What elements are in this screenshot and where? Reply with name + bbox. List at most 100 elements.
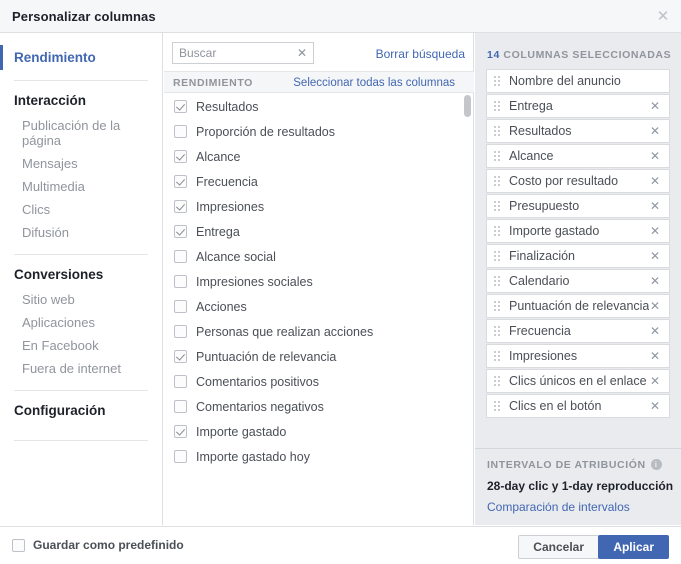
column-option-row[interactable]: Impresiones <box>164 194 474 219</box>
search-box[interactable]: ✕ <box>172 42 314 64</box>
remove-column-icon[interactable]: ✕ <box>648 98 662 114</box>
selected-column-label: Alcance <box>509 149 554 163</box>
column-option-row[interactable]: Alcance <box>164 144 474 169</box>
column-option-checkbox[interactable] <box>174 375 187 388</box>
selected-column-row[interactable]: Clics en el botón ✕ <box>486 394 670 418</box>
save-preset-checkbox[interactable] <box>12 538 25 552</box>
cancel-button[interactable]: Cancelar <box>518 535 599 559</box>
close-icon[interactable]: ✕ <box>653 7 673 27</box>
drag-handle-icon[interactable] <box>494 150 502 162</box>
column-option-label: Importe gastado hoy <box>196 449 310 464</box>
sidebar-item-difusi-n[interactable]: Difusión <box>0 221 162 244</box>
column-option-checkbox[interactable] <box>174 350 187 363</box>
select-all-columns-link[interactable]: Seleccionar todas las columnas <box>293 77 455 89</box>
selected-column-row[interactable]: Clics únicos en el enlace ✕ <box>486 369 670 393</box>
selected-column-row[interactable]: Entrega ✕ <box>486 94 670 118</box>
drag-handle-icon[interactable] <box>494 200 502 212</box>
column-option-checkbox[interactable] <box>174 225 187 238</box>
sidebar-item-publicaci-n-de-la-p-gina[interactable]: Publicación de la página <box>0 114 162 152</box>
selected-column-row[interactable]: Impresiones ✕ <box>486 344 670 368</box>
drag-handle-icon[interactable] <box>494 175 502 187</box>
drag-handle-icon[interactable] <box>494 75 502 87</box>
column-option-row[interactable]: Importe gastado <box>164 419 474 444</box>
remove-column-icon[interactable]: ✕ <box>648 273 662 289</box>
remove-column-icon[interactable]: ✕ <box>648 123 662 139</box>
drag-handle-icon[interactable] <box>494 100 502 112</box>
search-input[interactable] <box>173 43 291 63</box>
column-option-row[interactable]: Frecuencia <box>164 169 474 194</box>
remove-column-icon[interactable]: ✕ <box>648 323 662 339</box>
column-option-checkbox[interactable] <box>174 250 187 263</box>
scrollbar-thumb[interactable] <box>464 95 471 117</box>
column-option-row[interactable]: Puntuación de relevancia <box>164 344 474 369</box>
clear-search-link[interactable]: Borrar búsqueda <box>376 47 465 61</box>
selected-column-row[interactable]: Frecuencia ✕ <box>486 319 670 343</box>
column-option-checkbox[interactable] <box>174 425 187 438</box>
column-option-label: Comentarios negativos <box>196 399 324 414</box>
drag-handle-icon[interactable] <box>494 250 502 262</box>
selected-column-row[interactable]: Presupuesto ✕ <box>486 194 670 218</box>
column-option-row[interactable]: Impresiones sociales <box>164 269 474 294</box>
remove-column-icon[interactable]: ✕ <box>648 398 662 414</box>
column-option-checkbox[interactable] <box>174 275 187 288</box>
column-option-checkbox[interactable] <box>174 175 187 188</box>
remove-column-icon[interactable]: ✕ <box>648 173 662 189</box>
sidebar-item-rendimiento[interactable]: Rendimiento <box>0 45 162 70</box>
column-option-row[interactable]: Acciones <box>164 294 474 319</box>
drag-handle-icon[interactable] <box>494 400 502 412</box>
column-option-row[interactable]: Comentarios positivos <box>164 369 474 394</box>
drag-handle-icon[interactable] <box>494 350 502 362</box>
column-option-row[interactable]: Importe gastado hoy <box>164 444 474 469</box>
drag-handle-icon[interactable] <box>494 225 502 237</box>
column-option-checkbox[interactable] <box>174 125 187 138</box>
remove-column-icon[interactable]: ✕ <box>648 248 662 264</box>
remove-column-icon[interactable]: ✕ <box>648 298 662 314</box>
attribution-compare-link[interactable]: Comparación de intervalos <box>487 500 630 514</box>
selected-column-row[interactable]: Nombre del anuncio <box>486 69 670 93</box>
column-option-row[interactable]: Entrega <box>164 219 474 244</box>
sidebar-item-sitio-web[interactable]: Sitio web <box>0 288 162 311</box>
sidebar-item-clics[interactable]: Clics <box>0 198 162 221</box>
clear-icon[interactable]: ✕ <box>295 45 309 61</box>
remove-column-icon[interactable]: ✕ <box>648 348 662 364</box>
save-preset-row[interactable]: Guardar como predefinido <box>12 538 184 552</box>
remove-column-icon[interactable]: ✕ <box>648 373 662 389</box>
info-icon[interactable]: i <box>650 459 662 470</box>
column-option-checkbox[interactable] <box>174 450 187 463</box>
sidebar-item-en-facebook[interactable]: En Facebook <box>0 334 162 357</box>
column-option-row[interactable]: Resultados <box>164 94 474 119</box>
remove-column-icon[interactable]: ✕ <box>648 223 662 239</box>
column-option-checkbox[interactable] <box>174 300 187 313</box>
apply-button[interactable]: Aplicar <box>598 535 669 559</box>
sidebar-item-fuera-de-internet[interactable]: Fuera de internet <box>0 357 162 380</box>
selected-column-row[interactable]: Alcance ✕ <box>486 144 670 168</box>
drag-handle-icon[interactable] <box>494 125 502 137</box>
selected-column-row[interactable]: Resultados ✕ <box>486 119 670 143</box>
option-list-scrollbar[interactable] <box>463 94 471 525</box>
sidebar-item-aplicaciones[interactable]: Aplicaciones <box>0 311 162 334</box>
selected-column-row[interactable]: Puntuación de relevancia ✕ <box>486 294 670 318</box>
column-option-checkbox[interactable] <box>174 325 187 338</box>
remove-column-icon[interactable]: ✕ <box>648 198 662 214</box>
drag-handle-icon[interactable] <box>494 325 502 337</box>
selected-column-row[interactable]: Costo por resultado ✕ <box>486 169 670 193</box>
selected-column-row[interactable]: Finalización ✕ <box>486 244 670 268</box>
selected-column-row[interactable]: Importe gastado ✕ <box>486 219 670 243</box>
remove-column-icon[interactable]: ✕ <box>648 148 662 164</box>
column-option-checkbox[interactable] <box>174 150 187 163</box>
column-option-label: Entrega <box>196 224 240 239</box>
sidebar-item-multimedia[interactable]: Multimedia <box>0 175 162 198</box>
selected-column-row[interactable]: Calendario ✕ <box>486 269 670 293</box>
column-option-checkbox[interactable] <box>174 100 187 113</box>
column-option-row[interactable]: Personas que realizan acciones <box>164 319 474 344</box>
drag-handle-icon[interactable] <box>494 300 502 312</box>
column-option-checkbox[interactable] <box>174 400 187 413</box>
column-option-row[interactable]: Alcance social <box>164 244 474 269</box>
column-option-row[interactable]: Comentarios negativos <box>164 394 474 419</box>
selected-column-label: Clics en el botón <box>509 399 602 413</box>
column-option-row[interactable]: Proporción de resultados <box>164 119 474 144</box>
column-option-checkbox[interactable] <box>174 200 187 213</box>
drag-handle-icon[interactable] <box>494 375 502 387</box>
drag-handle-icon[interactable] <box>494 275 502 287</box>
sidebar-item-mensajes[interactable]: Mensajes <box>0 152 162 175</box>
